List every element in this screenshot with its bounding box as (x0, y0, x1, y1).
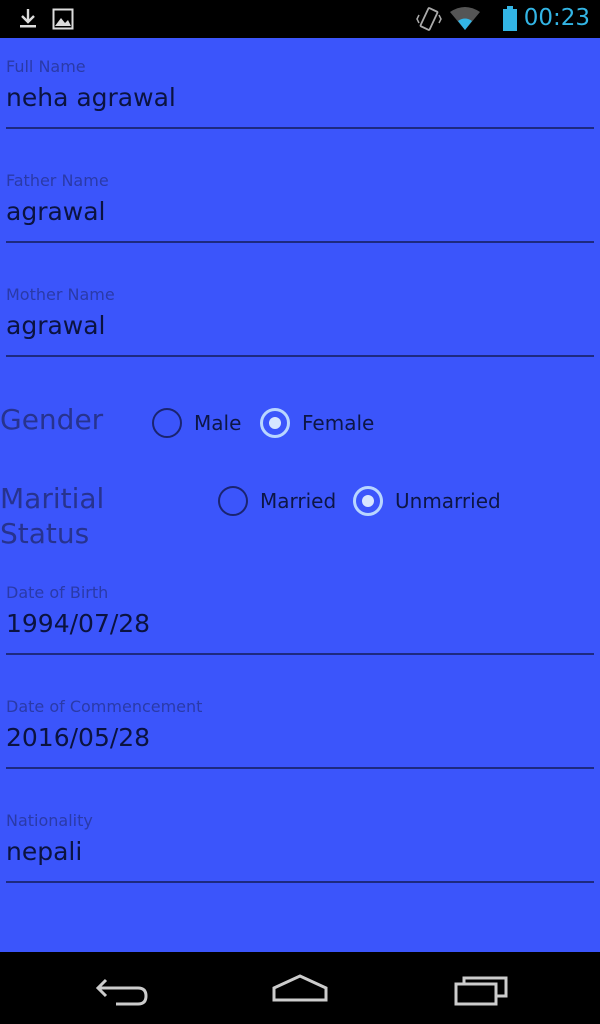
date-of-commencement-input[interactable]: 2016/05/28 (6, 723, 150, 752)
mother-name-field[interactable]: Mother Name agrawal (6, 285, 594, 375)
date-of-birth-input[interactable]: 1994/07/28 (6, 609, 150, 638)
radio-button-unchecked[interactable] (218, 486, 248, 516)
navigation-bar (0, 952, 600, 1024)
full-name-field[interactable]: Full Name neha agrawal (6, 57, 594, 147)
full-name-underline (6, 127, 594, 129)
download-icon (18, 8, 38, 34)
gender-male-radio[interactable]: Male (152, 408, 241, 438)
father-name-label: Father Name (6, 171, 109, 190)
father-name-field[interactable]: Father Name agrawal (6, 171, 594, 261)
full-name-label: Full Name (6, 57, 86, 76)
marital-unmarried-radio[interactable]: Unmarried (353, 486, 501, 516)
back-icon[interactable] (80, 964, 160, 1012)
registration-form: Full Name neha agrawal Father Name agraw… (0, 38, 600, 952)
radio-button-unchecked[interactable] (152, 408, 182, 438)
radio-button-checked[interactable] (353, 486, 383, 516)
gender-female-radio[interactable]: Female (260, 408, 374, 438)
marital-status-label-line1: Maritial (0, 482, 105, 515)
marital-unmarried-label: Unmarried (395, 489, 501, 513)
marital-married-label: Married (260, 489, 337, 513)
mother-name-input[interactable]: agrawal (6, 311, 106, 340)
date-of-birth-underline (6, 653, 594, 655)
battery-icon (502, 6, 518, 36)
date-of-birth-label: Date of Birth (6, 583, 109, 602)
image-icon (52, 8, 74, 34)
gender-label: Gender (0, 403, 104, 436)
father-name-input[interactable]: agrawal (6, 197, 106, 226)
date-of-birth-field[interactable]: Date of Birth 1994/07/28 (6, 583, 594, 673)
marital-married-radio[interactable]: Married (218, 486, 336, 516)
nationality-field[interactable]: Nationality nepali (6, 811, 594, 901)
radio-button-checked[interactable] (260, 408, 290, 438)
date-of-commencement-label: Date of Commencement (6, 697, 203, 716)
date-of-commencement-underline (6, 767, 594, 769)
status-bar: 00:23 (0, 0, 600, 38)
home-icon[interactable] (260, 964, 340, 1012)
full-name-input[interactable]: neha agrawal (6, 83, 176, 112)
father-name-underline (6, 241, 594, 243)
marital-status-label: Maritial Status (0, 481, 104, 551)
status-time: 00:23 (523, 5, 590, 31)
vibrate-icon (416, 6, 442, 36)
nationality-label: Nationality (6, 811, 93, 830)
mother-name-label: Mother Name (6, 285, 115, 304)
date-of-commencement-field[interactable]: Date of Commencement 2016/05/28 (6, 697, 594, 787)
mother-name-underline (6, 355, 594, 357)
nationality-input[interactable]: nepali (6, 837, 82, 866)
wifi-icon (449, 6, 481, 36)
recent-apps-icon[interactable] (442, 964, 522, 1012)
gender-female-label: Female (302, 411, 375, 435)
marital-status-label-line2: Status (0, 517, 90, 550)
nationality-underline (6, 881, 594, 883)
gender-male-label: Male (194, 411, 242, 435)
